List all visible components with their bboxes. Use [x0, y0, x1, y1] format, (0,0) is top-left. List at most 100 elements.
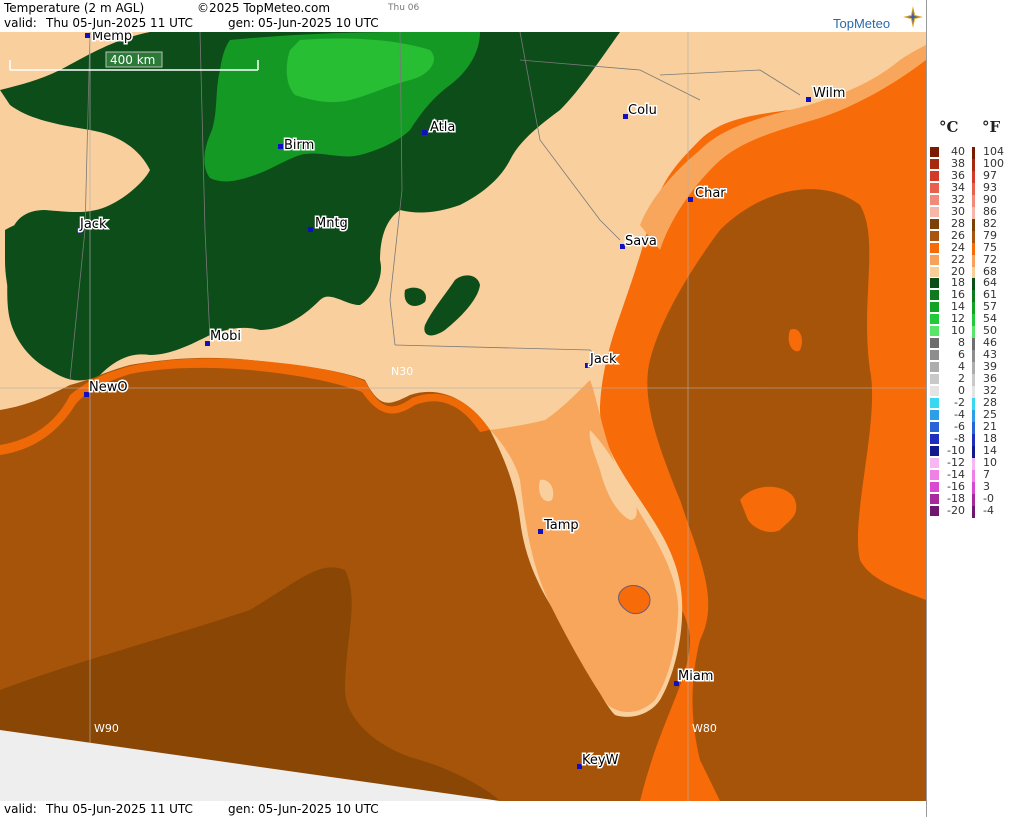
legend-row: 38 100: [927, 157, 1017, 171]
lon-label-w90: W90: [94, 722, 119, 735]
city-label-sava: Sava: [625, 234, 657, 249]
city-label-mobi: Mobi: [210, 329, 241, 344]
legend-swatch: [930, 326, 939, 337]
legend-row: 12 54: [927, 312, 1017, 327]
legend-swatch: [930, 338, 939, 349]
compass-star-icon: [903, 6, 923, 28]
legend-swatch: [930, 386, 939, 396]
legend-row: 2 36: [927, 372, 1017, 387]
legend-swatch: [930, 445, 939, 456]
scale-bar-label: 400 km: [110, 53, 155, 67]
legend-swatch: [930, 254, 939, 265]
city-label-jack-ms: Jack: [79, 217, 107, 232]
legend-swatch: [930, 397, 939, 408]
legend-row: -14 7: [927, 468, 1017, 482]
legend-row: 20 68: [927, 265, 1017, 279]
legend-row: -8 18: [927, 432, 1017, 446]
city-label-atla: Atla: [430, 120, 455, 135]
city-label-tamp: Tamp: [543, 518, 579, 533]
unit-fahrenheit: °F: [982, 118, 1001, 136]
legend-swatch: [930, 409, 939, 420]
valid-label: valid:: [4, 16, 37, 30]
legend-swatch: [930, 194, 939, 205]
footer-bar: valid: Thu 05-Jun-2025 11 UTC gen: 05-Ju…: [0, 801, 926, 817]
legend-fahrenheit-swatch: [972, 505, 975, 518]
legend-row: -6 21: [927, 420, 1017, 434]
legend-row: 0 32: [927, 384, 1017, 398]
topmeteo-logo[interactable]: TopMeteo: [833, 6, 923, 31]
legend-row: -18 -0: [927, 492, 1017, 506]
legend-swatch: [930, 421, 939, 432]
legend-swatch: [930, 242, 939, 253]
valid-time: Thu 05-Jun-2025 11 UTC: [46, 16, 193, 30]
legend-row: 28 82: [927, 217, 1017, 231]
legend-row: 4 39: [927, 360, 1017, 375]
legend-swatch: [930, 266, 939, 277]
city-label-memp: Memp: [92, 32, 132, 44]
legend-row: -20 -4: [927, 503, 1017, 518]
legend-row: -12 10: [927, 456, 1017, 470]
city-label-keyw: KeyW: [582, 753, 619, 768]
city-label-jack-fl: Jack: [589, 352, 617, 367]
legend-row: 18 64: [927, 276, 1017, 291]
legend-row: 26 79: [927, 229, 1017, 243]
footer-generated-time: 05-Jun-2025 10 UTC: [258, 802, 379, 816]
logo-text: TopMeteo: [833, 16, 891, 31]
city-label-newo: NewO: [89, 380, 128, 395]
legend-row: 30 86: [927, 205, 1017, 219]
legend-swatch: [930, 493, 939, 504]
legend-row: -4 25: [927, 408, 1017, 422]
legend-row: 32 90: [927, 193, 1017, 207]
legend-row: 14 57: [927, 300, 1017, 315]
city-label-mntg: Mntg: [315, 216, 348, 231]
legend-row: 16 61: [927, 288, 1017, 303]
legend-row: 34 93: [927, 181, 1017, 195]
legend-swatch: [930, 505, 939, 516]
map-canvas: 400 km N30 W90 W80 Memp Birm Atla Colu W…: [0, 32, 926, 801]
city-label-wilm: Wilm: [813, 86, 845, 101]
legend-swatch: [930, 218, 939, 229]
legend-fahrenheit-value: -4: [983, 503, 994, 517]
legend-row: 8 46: [927, 336, 1017, 351]
header-bar: Temperature (2 m AGL) ©2025 TopMeteo.com…: [0, 0, 926, 32]
legend-swatch: [930, 457, 939, 468]
legend-row: 22 72: [927, 253, 1017, 267]
generated-time: 05-Jun-2025 10 UTC: [258, 16, 379, 30]
temperature-legend: °C °F 40 104 38 100 36 97 34 93 32 90 30 86 28 82 26 79…: [926, 0, 1017, 817]
lat-label-n30: N30: [391, 365, 413, 378]
lon-label-w80: W80: [692, 722, 717, 735]
legend-swatch: [930, 158, 939, 169]
legend-row: 6 43: [927, 348, 1017, 363]
city-label-miam: Miam: [678, 669, 713, 684]
city-label-colu: Colu: [628, 103, 657, 118]
legend-swatch: [930, 206, 939, 217]
legend-row: 10 50: [927, 324, 1017, 339]
legend-swatch: [930, 314, 939, 325]
footer-valid-label: valid:: [4, 802, 37, 816]
temperature-map[interactable]: 400 km N30 W90 W80 Memp Birm Atla Colu W…: [0, 32, 926, 801]
legend-swatch: [930, 374, 939, 385]
product-title: Temperature (2 m AGL): [4, 1, 145, 15]
legend-swatch: [930, 350, 939, 361]
legend-swatch: [930, 302, 939, 313]
legend-row: -2 28: [927, 396, 1017, 410]
generated-label: gen:: [228, 16, 255, 30]
city-label-char: Char: [695, 186, 726, 201]
copyright-text: ©2025 TopMeteo.com: [197, 1, 331, 15]
footer-generated-label: gen:: [228, 802, 255, 816]
legend-swatch: [930, 278, 939, 289]
legend-swatch: [930, 290, 939, 301]
legend-swatch: [930, 147, 939, 157]
legend-row: -16 3: [927, 480, 1017, 494]
legend-swatch: [930, 481, 939, 492]
city-label-birm: Birm: [284, 138, 314, 153]
legend-swatch: [930, 469, 939, 480]
legend-swatch: [930, 230, 939, 241]
legend-row: -10 14: [927, 444, 1017, 458]
legend-swatch: [930, 170, 939, 181]
legend-row: 24 75: [927, 241, 1017, 255]
legend-swatch: [930, 433, 939, 444]
legend-row: 36 97: [927, 169, 1017, 183]
legend-swatch: [930, 362, 939, 373]
legend-celsius-value: -20: [947, 503, 965, 517]
